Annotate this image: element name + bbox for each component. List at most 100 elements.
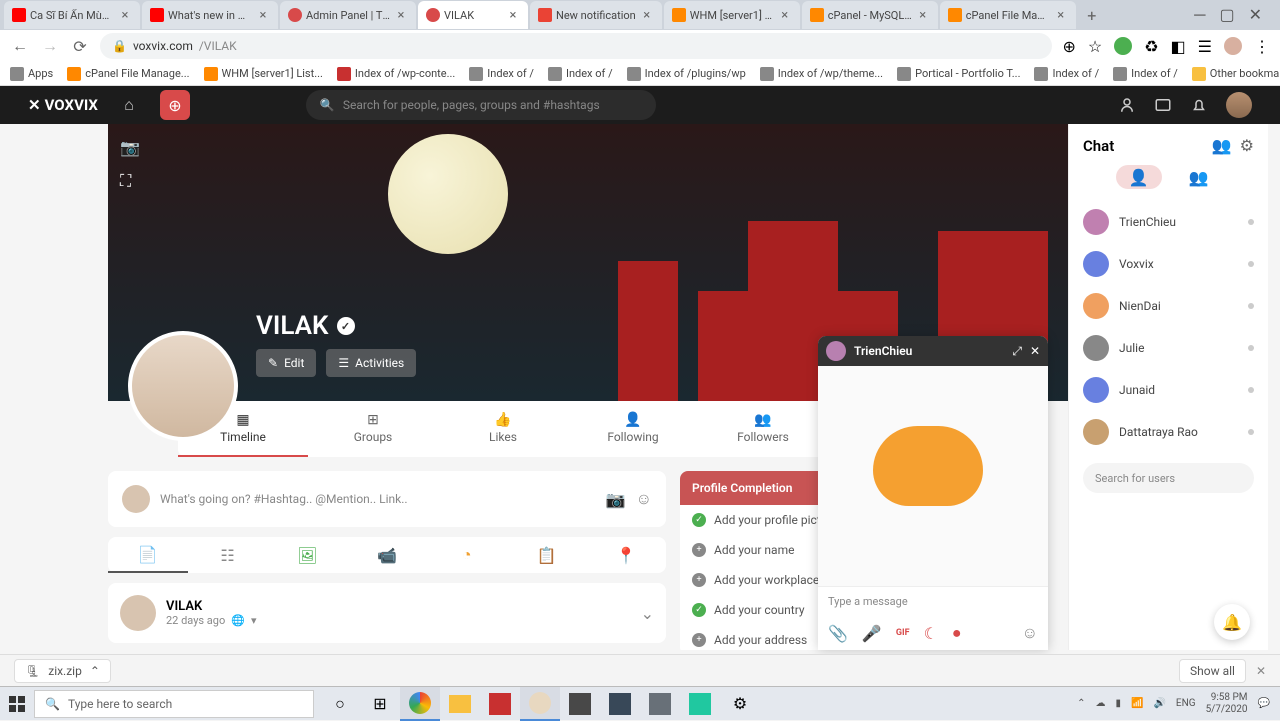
chevron-down-icon[interactable]: ▾ [251, 614, 257, 627]
profile-avatar[interactable] [128, 331, 238, 441]
new-tab-button[interactable]: + [1078, 1, 1106, 29]
edit-button[interactable]: ✎ Edit [256, 349, 316, 377]
chrome-app[interactable] [400, 687, 440, 721]
app-icon[interactable] [520, 687, 560, 721]
bookmark-item[interactable]: Index of / [1113, 67, 1178, 81]
contact-item[interactable]: Julie [1083, 327, 1254, 369]
camera-icon[interactable]: 📷 [606, 490, 626, 509]
notification-bell[interactable]: 🔔 [1214, 604, 1250, 640]
apps-button[interactable]: Apps [10, 67, 53, 81]
start-button[interactable] [0, 687, 34, 721]
download-item[interactable]: 🗜 zix.zip ⌃ [14, 659, 111, 683]
close-icon[interactable]: ✕ [1249, 5, 1262, 25]
feed-tab-location[interactable]: 📍 [586, 537, 666, 573]
settings-app[interactable]: ⚙ [720, 687, 760, 721]
browser-tab[interactable]: cPanel - MySQL®× [802, 1, 938, 29]
bookmark-item[interactable]: Index of /wp/theme... [760, 67, 883, 81]
home-button[interactable]: ⌂ [114, 90, 144, 120]
popout-icon[interactable]: ⤢ [1012, 344, 1022, 359]
contact-item[interactable]: Junaid [1083, 369, 1254, 411]
app-icon[interactable] [600, 687, 640, 721]
onedrive-icon[interactable]: ☁ [1096, 698, 1106, 709]
close-icon[interactable]: × [778, 8, 792, 22]
feed-tab-audio[interactable]: ◔ [427, 537, 507, 573]
sticker-icon[interactable]: ☾ [924, 624, 938, 643]
tray-chevron-icon[interactable]: ⌃ [1077, 698, 1085, 709]
tab-following[interactable]: 👤Following [568, 401, 698, 457]
close-icon[interactable]: × [506, 8, 520, 22]
compose-input[interactable]: What's going on? #Hashtag.. @Mention.. L… [160, 492, 596, 506]
close-icon[interactable]: × [118, 8, 132, 22]
url-input[interactable]: 🔒 voxvix.com/VILAK [100, 33, 1052, 59]
chevron-up-icon[interactable]: ⌃ [90, 664, 100, 678]
contact-item[interactable]: TrienChieu [1083, 201, 1254, 243]
language-indicator[interactable]: ENG [1176, 698, 1196, 709]
cortana-button[interactable]: ○ [320, 687, 360, 721]
avatar[interactable] [1226, 92, 1252, 118]
notifications-icon[interactable]: 💬 [1258, 698, 1270, 709]
wifi-icon[interactable]: 📶 [1131, 698, 1143, 709]
browser-tab[interactable]: Ca Sĩ Bí Ẩn Mùa 4× [4, 1, 140, 29]
clock[interactable]: 9:58 PM5/7/2020 [1206, 692, 1248, 716]
feed-tab-list[interactable]: ☷ [188, 537, 268, 573]
bookmark-item[interactable]: Index of /plugins/wp [627, 67, 746, 81]
menu-icon[interactable]: ⋮ [1254, 37, 1270, 56]
feed-tab-post[interactable]: 📄 [108, 537, 188, 573]
browser-tab[interactable]: VILAK× [418, 1, 528, 29]
bell-icon[interactable] [1190, 96, 1208, 114]
camera-icon[interactable]: 📷 [120, 138, 140, 157]
bookmark-item[interactable]: Index of / [469, 67, 534, 81]
contact-item[interactable]: Dattatraya Rao [1083, 411, 1254, 453]
bookmark-item[interactable]: cPanel File Manage... [67, 67, 189, 81]
logo[interactable]: ✕ VOXVIX [28, 96, 98, 114]
filmora-app[interactable] [680, 687, 720, 721]
maximize-icon[interactable]: ▢ [1219, 5, 1234, 25]
tab-likes[interactable]: 👍Likes [438, 401, 568, 457]
crop-icon[interactable]: ⛶ [120, 171, 140, 191]
bookmark-item[interactable]: Portical - Portfolio T... [897, 67, 1020, 81]
mic-icon[interactable]: 🎤 [862, 624, 882, 643]
profile-icon[interactable] [1224, 37, 1242, 55]
sublime-app[interactable] [560, 687, 600, 721]
close-icon[interactable]: ✕ [1030, 344, 1040, 359]
chat-input[interactable]: Type a message [818, 586, 1048, 616]
back-button[interactable]: ← [10, 36, 30, 56]
close-icon[interactable]: × [916, 8, 930, 22]
minimize-icon[interactable]: ─ [1194, 5, 1205, 25]
gear-icon[interactable]: ⚙ [1240, 136, 1254, 155]
close-icon[interactable]: × [256, 8, 270, 22]
gif-icon[interactable]: GIF [896, 628, 910, 638]
activities-button[interactable]: ☰ Activities [326, 349, 416, 377]
chat-messages[interactable] [818, 366, 1048, 586]
app-icon[interactable] [640, 687, 680, 721]
post-menu-icon[interactable]: ⌄ [641, 604, 654, 623]
contact-item[interactable]: NienDai [1083, 285, 1254, 327]
forward-button[interactable]: → [40, 36, 60, 56]
bookmark-item[interactable]: Index of /wp-conte... [337, 67, 455, 81]
emoji-icon[interactable]: ☺ [1022, 623, 1038, 643]
browser-tab[interactable]: cPanel File Manag× [940, 1, 1076, 29]
show-all-button[interactable]: Show all [1179, 659, 1246, 683]
chat-tab-groups[interactable]: 👥 [1176, 165, 1222, 189]
close-icon[interactable]: × [640, 8, 654, 22]
feed-tab-video[interactable]: 📹 [347, 537, 427, 573]
ext-icon[interactable] [1114, 37, 1132, 55]
browser-tab[interactable]: What's new in Wo...× [142, 1, 278, 29]
create-button[interactable]: ⊕ [160, 90, 190, 120]
volume-icon[interactable]: 🔊 [1153, 698, 1165, 709]
task-view-button[interactable]: ⊞ [360, 687, 400, 721]
other-bookmarks[interactable]: Other bookmarks [1192, 67, 1280, 81]
search-input[interactable]: 🔍Search for people, pages, groups and #h… [306, 90, 656, 120]
feed-tab-file[interactable]: 📋 [507, 537, 587, 573]
browser-tab[interactable]: Admin Panel | The× [280, 1, 416, 29]
messages-icon[interactable] [1154, 96, 1172, 114]
browser-tab[interactable]: New notification× [530, 1, 662, 29]
tab-groups[interactable]: ⊞Groups [308, 401, 438, 457]
chat-search-input[interactable]: Search for users [1083, 463, 1254, 493]
chat-tab-online[interactable]: 👤 [1116, 165, 1162, 189]
avatar[interactable] [120, 595, 156, 631]
bookmark-item[interactable]: Index of / [548, 67, 613, 81]
translate-icon[interactable]: ⊕ [1062, 37, 1075, 56]
feed-tab-photo[interactable]: 🖼 [267, 537, 347, 573]
close-icon[interactable]: ✕ [1256, 664, 1266, 678]
